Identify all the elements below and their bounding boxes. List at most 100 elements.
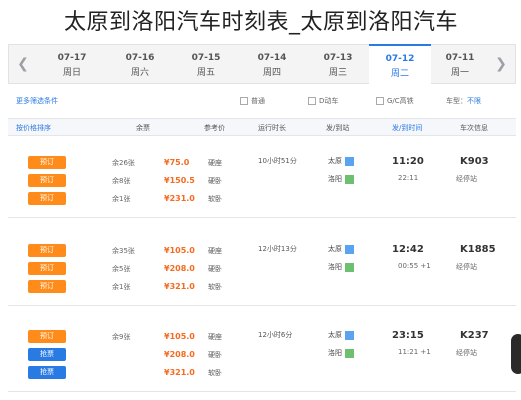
header-depart-time[interactable]: 发/到时间: [392, 123, 422, 133]
date-tab-0715[interactable]: 07-15 周五: [175, 45, 237, 83]
filter-type-label: 车型：: [446, 97, 467, 105]
filter-normal[interactable]: 普通: [240, 96, 265, 106]
book-button[interactable]: 预订: [28, 280, 66, 293]
depart-time: 12:42: [392, 244, 424, 255]
seat-price: ¥208.0: [164, 350, 195, 359]
prev-dates-arrow-icon[interactable]: ❮: [9, 45, 37, 83]
duration: 12小时13分: [258, 245, 297, 253]
seat-price: ¥105.0: [164, 332, 195, 341]
page-title: 太原到洛阳汽车时刻表_太原到洛阳汽车: [64, 10, 459, 35]
book-button[interactable]: 预订: [28, 156, 66, 169]
seat-type: 硬卧: [208, 177, 222, 185]
date-label: 07-14: [257, 53, 287, 63]
date-tab-0717[interactable]: 07-17 周日: [41, 45, 103, 83]
weekday-label: 周四: [262, 68, 281, 78]
seat-remain: 余5张: [112, 265, 131, 273]
date-label: 07-15: [191, 53, 221, 63]
start-badge-icon: [345, 156, 354, 166]
seat-price: ¥75.0: [164, 158, 190, 167]
seat-remain: 余9张: [112, 333, 131, 341]
stops-link[interactable]: 经停站: [456, 348, 477, 358]
seat-remain: 余26张: [112, 159, 135, 167]
end-badge-icon: [345, 262, 354, 272]
filter-gc[interactable]: G/C高铁: [376, 96, 414, 106]
header-duration[interactable]: 运行时长: [258, 123, 286, 133]
filter-d[interactable]: D动车: [308, 96, 338, 106]
depart-time: 23:15: [392, 330, 424, 341]
grab-ticket-button[interactable]: 抢票: [28, 366, 66, 379]
book-button[interactable]: 预订: [28, 244, 66, 257]
header-filter-link[interactable]: 按价格排序: [16, 123, 51, 133]
weekday-label: 周三: [328, 68, 347, 78]
end-badge-icon: [345, 348, 354, 358]
d-checkbox[interactable]: [308, 97, 316, 105]
date-label: 07-11: [445, 53, 475, 63]
start-badge-icon: [345, 244, 354, 254]
weekday-label: 周六: [130, 68, 149, 78]
duration: 10小时51分: [258, 157, 297, 165]
filter-type[interactable]: 车型：不限: [446, 96, 481, 106]
normal-checkbox[interactable]: [240, 97, 248, 105]
table-row: K903 经停站 11:20 22:11 太原 洛阳 10小时51分 硬座 ¥7…: [8, 152, 516, 218]
header-remain: 余票: [136, 124, 150, 132]
book-button[interactable]: 预订: [28, 262, 66, 275]
from-station-label: 太原: [328, 331, 342, 339]
seat-type: 软卧: [208, 369, 222, 377]
seat-type: 软卧: [208, 283, 222, 291]
next-dates-arrow-icon[interactable]: ❯: [487, 45, 515, 83]
seat-remain: 余8张: [112, 177, 131, 185]
end-badge-icon: [345, 174, 354, 184]
arrive-time: 11:21 +1: [398, 348, 431, 356]
filter-gc-label: G/C高铁: [387, 97, 414, 105]
header-price[interactable]: 参考价: [204, 123, 225, 133]
table-row: K1885 经停站 12:42 00:55 +1 太原 洛阳 12小时13分 硬…: [8, 240, 516, 306]
date-tab-0712-active[interactable]: 07-12 周二: [369, 44, 431, 84]
from-station: 太原: [328, 330, 354, 340]
seat-price: ¥208.0: [164, 264, 195, 273]
from-station-label: 太原: [328, 157, 342, 165]
book-button[interactable]: 预订: [28, 192, 66, 205]
filter-type-value[interactable]: 不限: [467, 97, 481, 105]
seat-price: ¥321.0: [164, 282, 195, 291]
filter-d-label: D动车: [319, 97, 339, 105]
start-badge-icon: [345, 330, 354, 340]
book-button[interactable]: 预订: [28, 330, 66, 343]
seat-price: ¥105.0: [164, 246, 195, 255]
train-number[interactable]: K903: [460, 156, 489, 167]
date-label: 07-16: [125, 53, 155, 63]
seat-remain: 余1张: [112, 195, 131, 203]
arrive-time: 22:11: [398, 174, 419, 182]
weekday-label: 周日: [62, 68, 81, 78]
train-number[interactable]: K1885: [460, 244, 496, 255]
duration: 12小时6分: [258, 331, 293, 339]
arrive-time: 00:55 +1: [398, 262, 431, 270]
more-filters-link[interactable]: 更多筛选条件: [16, 96, 58, 106]
seat-type: 硬卧: [208, 351, 222, 359]
gc-checkbox[interactable]: [376, 97, 384, 105]
stops-link[interactable]: 经停站: [456, 262, 477, 272]
book-button[interactable]: 预订: [28, 174, 66, 187]
from-station: 太原: [328, 156, 354, 166]
to-station: 洛阳: [328, 348, 354, 358]
seat-type: 软卧: [208, 195, 222, 203]
seat-price: ¥321.0: [164, 368, 195, 377]
filter-normal-label: 普通: [251, 97, 265, 105]
header-train-info: 车次信息: [460, 124, 488, 132]
table-row: K237 经停站 23:15 11:21 +1 太原 洛阳 12小时6分 硬座 …: [8, 326, 516, 392]
train-number[interactable]: K237: [460, 330, 489, 341]
seat-type: 硬座: [208, 159, 222, 167]
date-label: 07-13: [323, 53, 353, 63]
seat-price: ¥150.5: [164, 176, 195, 185]
weekday-label: 周一: [450, 68, 469, 78]
date-tab-0711[interactable]: 07-11 周一: [429, 45, 491, 83]
seat-type: 硬卧: [208, 265, 222, 273]
weekday-label: 周二: [390, 69, 409, 79]
date-label: 07-17: [57, 53, 87, 63]
floating-scroll-handle[interactable]: [511, 334, 521, 374]
from-station: 太原: [328, 244, 354, 254]
date-tab-0713[interactable]: 07-13 周三: [307, 45, 369, 83]
stops-link[interactable]: 经停站: [456, 174, 477, 184]
date-tab-0714[interactable]: 07-14 周四: [241, 45, 303, 83]
grab-ticket-button[interactable]: 抢票: [28, 348, 66, 361]
date-tab-0716[interactable]: 07-16 周六: [109, 45, 171, 83]
